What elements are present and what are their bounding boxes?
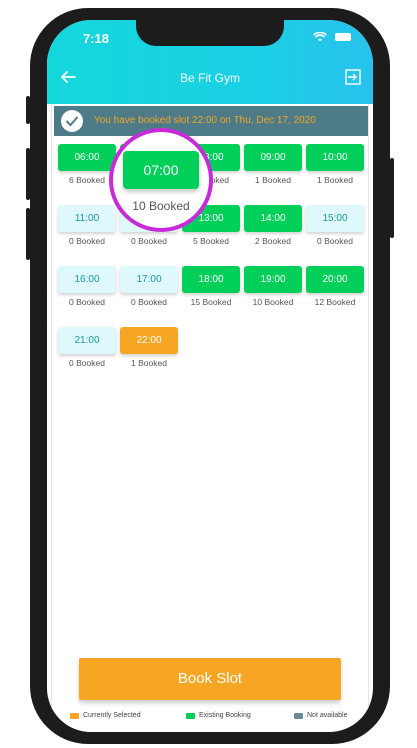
- status-time: 7:18: [83, 31, 110, 46]
- booking-banner: You have booked slot 22:00 on Thu, Dec 1…: [54, 106, 368, 136]
- time-slot[interactable]: 17:00 0 Booked: [120, 266, 178, 308]
- time-slot[interactable]: 14:00 2 Booked: [244, 205, 302, 247]
- slot-time-button[interactable]: 11:00: [58, 205, 116, 232]
- battery-icon: [335, 33, 351, 41]
- slot-booked-count: 0 Booked: [317, 236, 353, 246]
- time-slot[interactable]: 18:00 15 Booked: [182, 266, 240, 308]
- mute-switch: [26, 96, 30, 124]
- time-slot[interactable]: 10:00 1 Booked: [306, 144, 364, 186]
- slot-booked-count: 0 Booked: [69, 236, 105, 246]
- slot-time-button[interactable]: 14:00: [244, 205, 302, 232]
- phone-screen: 7:18 Be Fit Gym You have booked slot 22:…: [47, 20, 373, 732]
- banner-text: You have booked slot 22:00 on Thu, Dec 1…: [94, 115, 316, 126]
- page-title: Be Fit Gym: [179, 71, 240, 85]
- slot-time-button[interactable]: 06:00: [58, 144, 116, 171]
- slot-time-button[interactable]: 10:00: [306, 144, 364, 171]
- legend-label-selected: Currently Selected: [83, 712, 141, 719]
- legend-existing: Existing Booking: [186, 712, 251, 719]
- legend-selected: Currently Selected: [70, 712, 141, 719]
- slot-time-button[interactable]: 09:00: [244, 144, 302, 171]
- slot-booked-count: 0 Booked: [69, 297, 105, 307]
- slot-booked-count: 10 Booked: [252, 297, 294, 307]
- slot-booked-count: 12 Booked: [314, 297, 356, 307]
- legend-label-unavailable: Not available: [307, 712, 348, 719]
- slot-time-button[interactable]: 15:00: [306, 205, 364, 232]
- time-slot[interactable]: 15:00 0 Booked: [306, 205, 364, 247]
- zoomed-slot-count: 10 Booked: [132, 199, 190, 213]
- time-slot[interactable]: 09:00 1 Booked: [244, 144, 302, 186]
- time-slot[interactable]: 20:00 12 Booked: [306, 266, 364, 308]
- slot-time-button[interactable]: 20:00: [306, 266, 364, 293]
- slot-booked-count: 0 Booked: [69, 358, 105, 368]
- notch: [136, 20, 284, 46]
- slot-time-button[interactable]: 18:00: [182, 266, 240, 293]
- slot-time-button[interactable]: 22:00: [120, 327, 178, 354]
- zoom-highlight: 07:00 10 Booked: [109, 128, 213, 232]
- time-slot[interactable]: 16:00 0 Booked: [58, 266, 116, 308]
- slot-booked-count: 6 Booked: [69, 175, 105, 185]
- volume-down-button: [26, 208, 30, 260]
- book-slot-button[interactable]: Book Slot: [79, 658, 341, 700]
- slot-time-button[interactable]: 16:00: [58, 266, 116, 293]
- slot-booked-count: 15 Booked: [190, 297, 232, 307]
- slot-booked-count: 0 Booked: [131, 297, 167, 307]
- status-icons: [313, 32, 351, 42]
- exit-icon[interactable]: [345, 69, 361, 85]
- slot-panel: You have booked slot 22:00 on Thu, Dec 1…: [51, 104, 369, 732]
- slot-time-button[interactable]: 21:00: [58, 327, 116, 354]
- legend-swatch-selected: [70, 712, 79, 719]
- slot-booked-count: 5 Booked: [193, 236, 229, 246]
- volume-up-button: [26, 148, 30, 200]
- legend: Currently Selected Existing Booking Not …: [52, 710, 370, 724]
- time-slot[interactable]: 19:00 10 Booked: [244, 266, 302, 308]
- time-slot[interactable]: 11:00 0 Booked: [58, 205, 116, 247]
- wifi-icon: [313, 32, 327, 42]
- time-slot[interactable]: 06:00 6 Booked: [58, 144, 116, 186]
- legend-unavailable: Not available: [294, 712, 347, 719]
- slot-booked-count: 1 Booked: [131, 358, 167, 368]
- power-button: [390, 158, 394, 238]
- slot-booked-count: 1 Booked: [255, 175, 291, 185]
- slot-booked-count: 1 Booked: [317, 175, 353, 185]
- legend-swatch-unavailable: [294, 712, 303, 719]
- zoomed-slot-button[interactable]: 07:00: [123, 151, 199, 189]
- slot-booked-count: 0 Booked: [131, 236, 167, 246]
- check-circle-icon: [61, 110, 83, 132]
- legend-swatch-existing: [186, 712, 195, 719]
- slot-booked-count: 2 Booked: [255, 236, 291, 246]
- time-slot[interactable]: 22:00 1 Booked: [120, 327, 178, 369]
- slot-time-button[interactable]: 19:00: [244, 266, 302, 293]
- legend-label-existing: Existing Booking: [199, 712, 251, 719]
- slot-time-button[interactable]: 17:00: [120, 266, 178, 293]
- time-slot[interactable]: 21:00 0 Booked: [58, 327, 116, 369]
